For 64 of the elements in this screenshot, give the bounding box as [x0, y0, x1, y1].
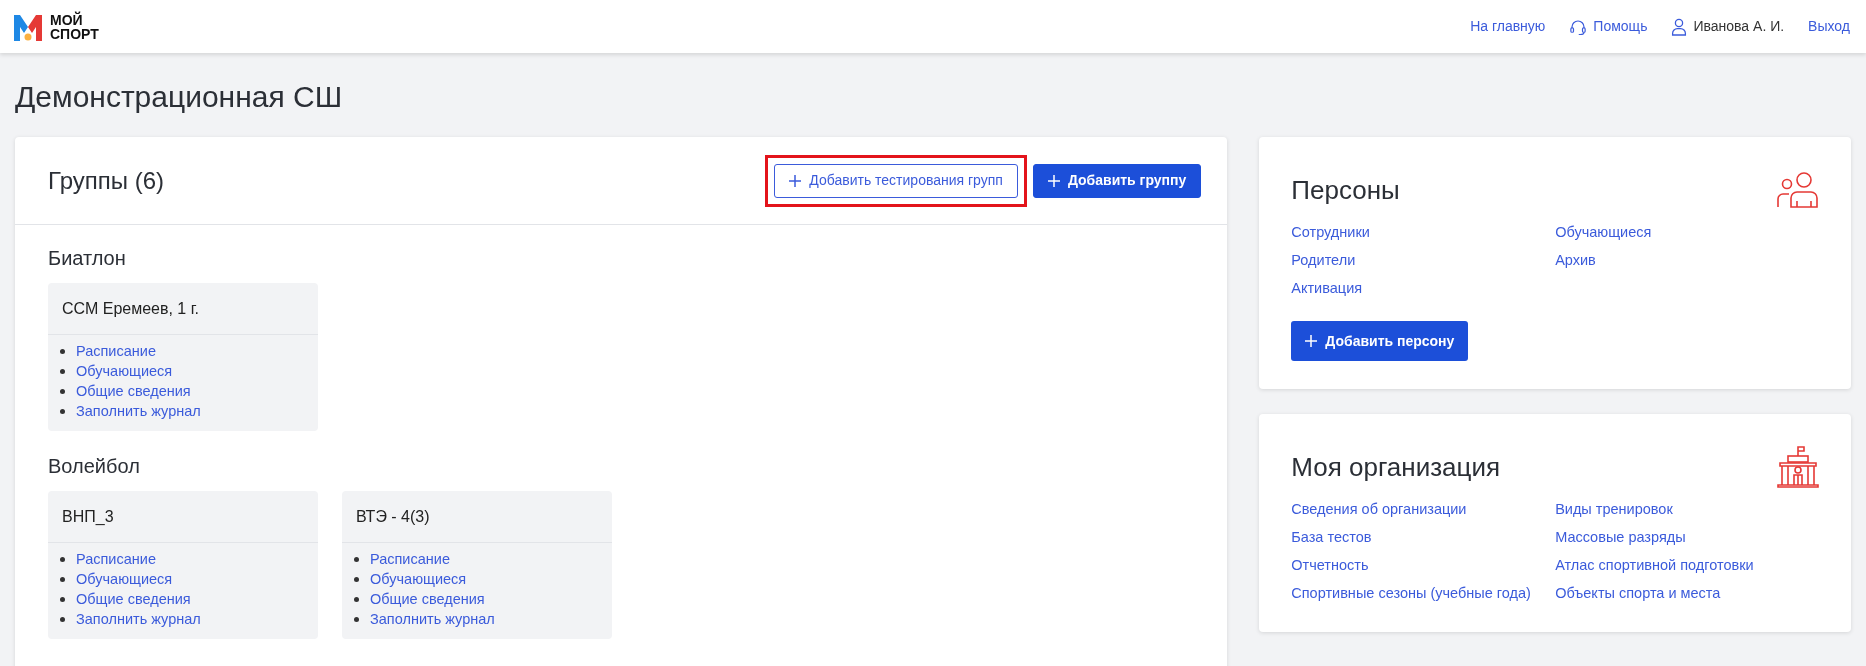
bullet-icon [60, 596, 65, 602]
nav-link[interactable]: Выход [1808, 16, 1850, 37]
add-person-button[interactable]: Добавить персону [1291, 321, 1469, 361]
bullet-icon [60, 348, 65, 354]
card-link[interactable]: Обучающиеся [1555, 221, 1819, 243]
group-link[interactable]: Расписание [76, 341, 156, 361]
nav-link[interactable]: Помощь [1569, 16, 1648, 37]
card-link[interactable]: Массовые разряды [1555, 526, 1819, 548]
logo-text: МОЙ [50, 12, 84, 27]
headset-icon [1569, 17, 1588, 36]
bullet-icon [60, 368, 65, 374]
card-title: Персоны [1291, 173, 1400, 207]
building-icon [1777, 446, 1819, 488]
group-link[interactable]: Общие сведения [76, 381, 191, 401]
panel-title: Группы (6) [48, 165, 164, 196]
card-link[interactable]: Родители [1291, 249, 1556, 271]
group-link[interactable]: Обучающиеся [76, 569, 173, 589]
group-name: ССМ Еремеев, 1 г. [62, 298, 200, 319]
bullet-icon [60, 576, 65, 582]
nav-link[interactable]: На главную [1470, 16, 1546, 37]
card-link[interactable]: База тестов [1291, 526, 1556, 548]
group-name: ВТЭ - 4(3) [356, 506, 430, 527]
bullet-icon [354, 576, 359, 582]
group-link[interactable]: Заполнить журнал [76, 609, 201, 629]
group-link[interactable]: Общие сведения [370, 589, 485, 609]
plus-icon [1047, 174, 1060, 187]
bullet-icon [60, 388, 65, 394]
group-name: ВНП_3 [62, 506, 114, 527]
user-menu-link[interactable]: Иванова А. И. [1671, 16, 1785, 37]
logo[interactable]: МОЙ СПОРТ [14, 12, 99, 41]
card-link[interactable]: Активация [1291, 277, 1556, 299]
card-link[interactable]: Атлас спортивной подготовки [1555, 554, 1819, 576]
card-link[interactable]: Объекты спорта и места [1555, 582, 1819, 604]
bullet-icon [354, 596, 359, 602]
group-link[interactable]: Заполнить журнал [76, 401, 201, 421]
bullet-icon [60, 408, 65, 414]
card-link[interactable]: Виды тренировок [1555, 498, 1819, 520]
card-link[interactable]: Отчетность [1291, 554, 1556, 576]
people-icon [1777, 171, 1819, 209]
group-link[interactable]: Обучающиеся [370, 569, 467, 589]
card-link[interactable]: Сведения об организации [1291, 498, 1556, 520]
page-title: Демонстрационная СШ [14, 79, 344, 115]
group-link[interactable]: Обучающиеся [76, 361, 173, 381]
add-group-button[interactable]: Добавить группу [1032, 163, 1202, 198]
add-group-testing-button[interactable]: Добавить тестирования групп [774, 163, 1018, 198]
card-link[interactable]: Сотрудники [1291, 221, 1556, 243]
bullet-icon [60, 616, 65, 622]
group-link[interactable]: Расписание [370, 549, 450, 569]
plus-icon [789, 174, 802, 187]
group-link[interactable]: Расписание [76, 549, 156, 569]
bullet-icon [354, 616, 359, 622]
group-link[interactable]: Заполнить журнал [370, 609, 495, 629]
logo-text: СПОРТ [50, 26, 99, 41]
card-title: Моя организация [1291, 450, 1501, 484]
plus-icon [1305, 335, 1318, 347]
group-link[interactable]: Общие сведения [76, 589, 191, 609]
bullet-icon [60, 556, 65, 562]
logo-icon [14, 12, 42, 41]
card-link[interactable]: Спортивные сезоны (учебные года) [1291, 582, 1556, 604]
sport-heading: Волейбол [48, 454, 141, 479]
bullet-icon [354, 556, 359, 562]
card-link[interactable]: Архив [1555, 249, 1819, 271]
user-icon [1671, 17, 1688, 36]
sport-heading: Биатлон [48, 246, 127, 271]
